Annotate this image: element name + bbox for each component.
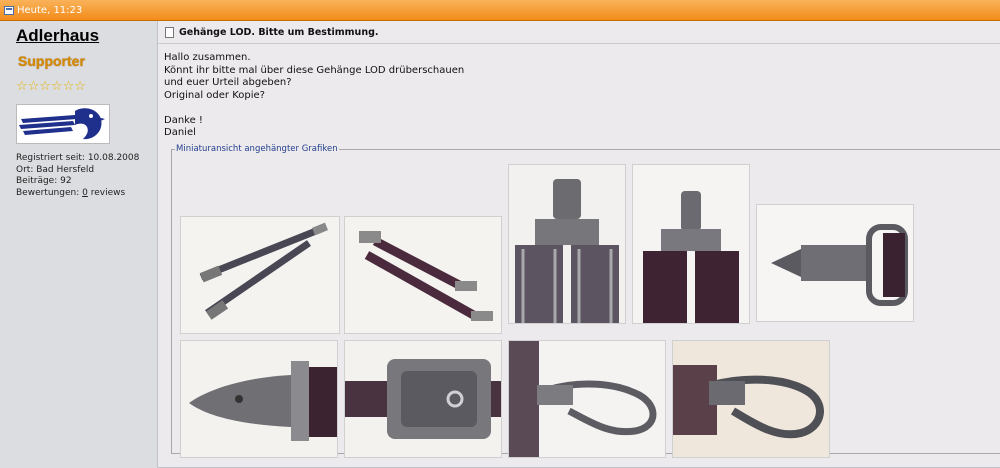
post-title: Gehänge LOD. Bitte um Bestimmung. [179, 26, 379, 38]
location-value: Bad Hersfeld [36, 164, 95, 175]
message-line: Original oder Kopie? [164, 89, 265, 101]
username-link[interactable]: Adlerhaus [16, 26, 99, 46]
registered-label: Registriert seit: [16, 153, 85, 163]
post-icon [4, 5, 14, 15]
posts-label: Beiträge: [16, 176, 58, 186]
post-content: Gehänge LOD. Bitte um Bestimmung. Hallo … [158, 21, 1000, 468]
post-title-row: Gehänge LOD. Bitte um Bestimmung. [158, 21, 1000, 44]
eagle-logo-icon [16, 104, 110, 144]
posts-value: 92 [60, 176, 72, 186]
document-icon [165, 26, 174, 38]
post-date: Heute, 11:23 [17, 4, 83, 16]
ratings-label: Bewertungen: [16, 187, 80, 198]
ratings-unit: reviews [90, 187, 126, 198]
attachment-thumbnail-8[interactable] [508, 340, 666, 458]
post-header-bar: Heute, 11:23 [0, 0, 1000, 21]
ratings-link[interactable]: 0 [82, 188, 88, 198]
message-line: und euer Urteil abgeben? [164, 77, 292, 88]
user-rank: Supporter [18, 53, 85, 69]
message-line: Hallo zusammen. [164, 52, 251, 63]
message-line: Könnt ihr bitte mal über diese Gehänge L… [164, 64, 465, 76]
post-message: Hallo zusammen. Könnt ihr bitte mal über… [164, 52, 464, 140]
attachments-fieldset: Miniaturansicht angehängter Grafiken [171, 144, 1000, 458]
attachment-thumbnail-7[interactable] [344, 340, 502, 458]
location-label: Ort: [16, 164, 34, 175]
attachment-thumbnail-1[interactable] [180, 216, 340, 334]
attachment-thumbnail-5[interactable] [756, 204, 914, 322]
attachment-thumbnail-2[interactable] [344, 216, 502, 334]
rank-stars: ☆☆☆☆☆☆ [16, 79, 86, 94]
message-line: Danke ! [164, 114, 203, 126]
user-profile-info: Registriert seit: 10.08.2008 Ort: Bad He… [16, 153, 139, 199]
attachments-legend: Miniaturansicht angehängter Grafiken [176, 144, 338, 154]
message-line: Daniel [164, 127, 196, 138]
attachment-thumbnail-4[interactable] [632, 164, 750, 324]
registered-value: 10.08.2008 [87, 153, 140, 163]
user-sidebar: Adlerhaus Supporter ☆☆☆☆☆☆ Registriert s… [0, 21, 158, 468]
attachment-thumbnail-6[interactable] [180, 340, 338, 458]
attachment-thumbnail-3[interactable] [508, 164, 626, 324]
attachment-thumbnail-9[interactable] [672, 340, 830, 458]
